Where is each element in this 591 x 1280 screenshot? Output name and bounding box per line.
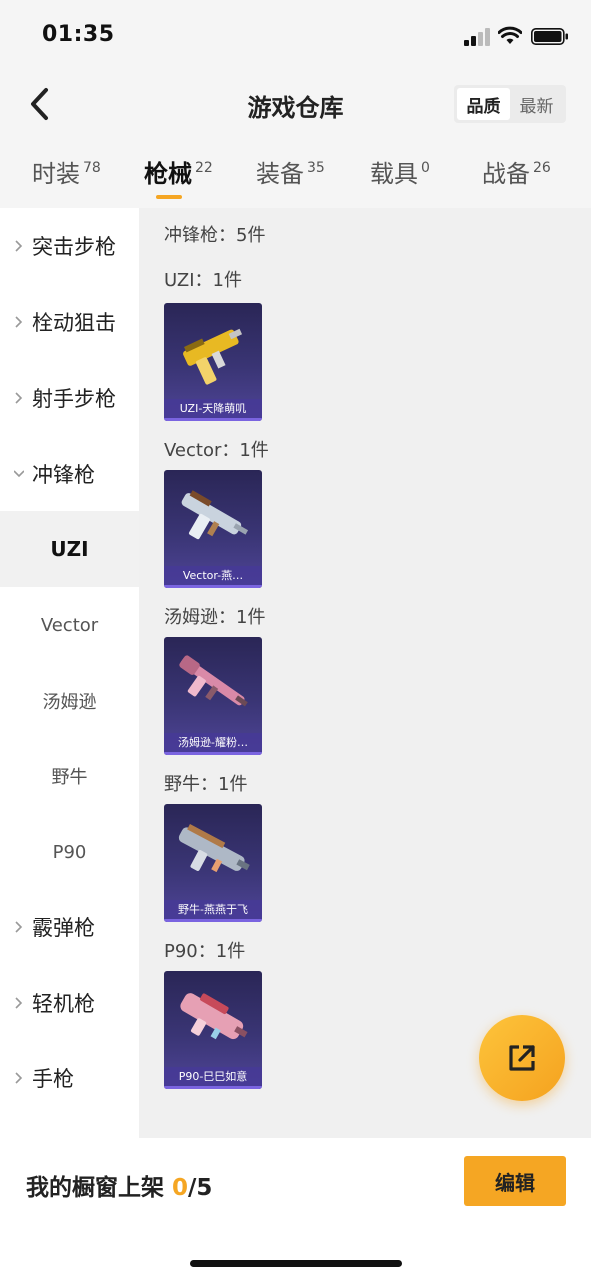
sidebar-item-smg[interactable]: 冲锋枪 [0,436,139,512]
item-name: P90-巳巳如意 [164,1067,262,1089]
sidebar-subitem-uzi[interactable]: UZI [0,511,139,587]
item-name: 野牛-燕燕于飞 [164,900,262,922]
chevron-down-icon [14,470,24,478]
tab-guns[interactable]: 枪械 22 [144,154,213,189]
tab-active-indicator [156,195,182,199]
item-card[interactable]: 野牛-燕燕于飞 [164,804,262,922]
item-card[interactable]: 汤姆逊-耀粉… [164,637,262,755]
edit-button[interactable]: 编辑 [464,1156,566,1206]
bottom-bar: 我的橱窗上架 0/5 编辑 [0,1138,591,1280]
weapon-skin-image [183,328,243,385]
sidebar-subitem-thompson[interactable]: 汤姆逊 [0,663,139,739]
item-card[interactable]: UZI-天降萌叽 [164,303,262,421]
share-icon [509,1045,535,1071]
section-heading: Vector：1件 [164,440,269,461]
sidebar-subitem-p90[interactable]: P90 [0,814,139,890]
section-heading: P90：1件 [164,941,246,962]
chevron-right-icon [15,921,23,933]
sidebar-subitem-bizon[interactable]: 野牛 [0,738,139,814]
chevron-right-icon [15,240,23,252]
sidebar-item-pistol[interactable]: 手枪 [0,1040,139,1116]
section-heading: 汤姆逊：1件 [164,607,266,628]
item-card[interactable]: Vector-燕… [164,470,262,588]
item-name: UZI-天降萌叽 [164,399,262,421]
sidebar-item-assault-rifle[interactable]: 突击步枪 [0,208,139,284]
signal-icon [464,28,490,46]
item-name: 汤姆逊-耀粉… [164,733,262,755]
chevron-right-icon [15,392,23,404]
tab-vehicles[interactable]: 载具 0 [370,154,430,189]
sidebar-item-label: 手枪 [32,1067,74,1091]
chevron-right-icon [15,316,23,328]
share-button[interactable] [479,1015,565,1101]
sidebar-item-bolt-sniper[interactable]: 栓动狙击 [0,284,139,360]
sidebar-item-label: 轻机枪 [32,992,95,1016]
shelf-current-count: 0 [172,1175,189,1201]
section-heading: 野牛：1件 [164,774,248,795]
weapon-skin-image [178,824,250,873]
tab-fashion[interactable]: 时装 78 [32,154,101,189]
category-tabs: 时装 78 枪械 22 装备 35 载具 0 战备 26 [0,140,591,206]
sidebar-item-shotgun[interactable]: 霰弹枪 [0,889,139,965]
sort-option-newest[interactable]: 最新 [510,88,563,120]
sidebar-item-label: 射手步枪 [32,387,116,411]
wifi-icon [498,26,522,44]
home-indicator [190,1260,402,1267]
status-bar: 01:35 [0,0,591,72]
shelf-total: /5 [188,1175,213,1201]
chevron-right-icon [15,997,23,1009]
battery-icon [531,28,568,45]
sort-option-quality[interactable]: 品质 [457,88,510,120]
section-heading: UZI：1件 [164,270,242,291]
sidebar-item-marksman-rifle[interactable]: 射手步枪 [0,360,139,436]
tab-equipment[interactable]: 装备 35 [256,154,325,189]
weapon-skin-image [181,490,249,540]
shelf-label: 我的橱窗上架 [26,1175,164,1201]
category-summary: 冲锋枪：5件 [164,225,266,246]
sidebar-item-label: 突击步枪 [32,235,116,259]
sidebar-item-label: 冲锋枪 [32,463,95,487]
weapon-skin-image [180,993,248,1040]
sidebar-item-label: 霰弹枪 [32,916,95,940]
item-name: Vector-燕… [164,566,262,588]
item-card[interactable]: P90-巳巳如意 [164,971,262,1089]
shelf-status: 我的橱窗上架 0/5 [26,1168,212,1202]
weapon-list: 冲锋枪：5件 UZI：1件 UZI-天降萌叽 Vector：1件 Vector-… [139,208,591,1138]
sidebar-item-label: 栓动狙击 [32,311,116,335]
nav-bar: 游戏仓库 品质 最新 [0,72,591,136]
tab-supplies[interactable]: 战备 26 [482,154,551,189]
sidebar-subitem-vector[interactable]: Vector [0,587,139,663]
weapon-category-sidebar: 突击步枪 栓动狙击 射手步枪 冲锋枪 UZI Vector 汤姆逊 野牛 P90… [0,208,139,1138]
sidebar-item-lmg[interactable]: 轻机枪 [0,965,139,1041]
status-time: 01:35 [42,22,115,47]
chevron-right-icon [15,1072,23,1084]
sort-toggle: 品质 最新 [454,85,566,123]
weapon-skin-image [179,655,248,707]
